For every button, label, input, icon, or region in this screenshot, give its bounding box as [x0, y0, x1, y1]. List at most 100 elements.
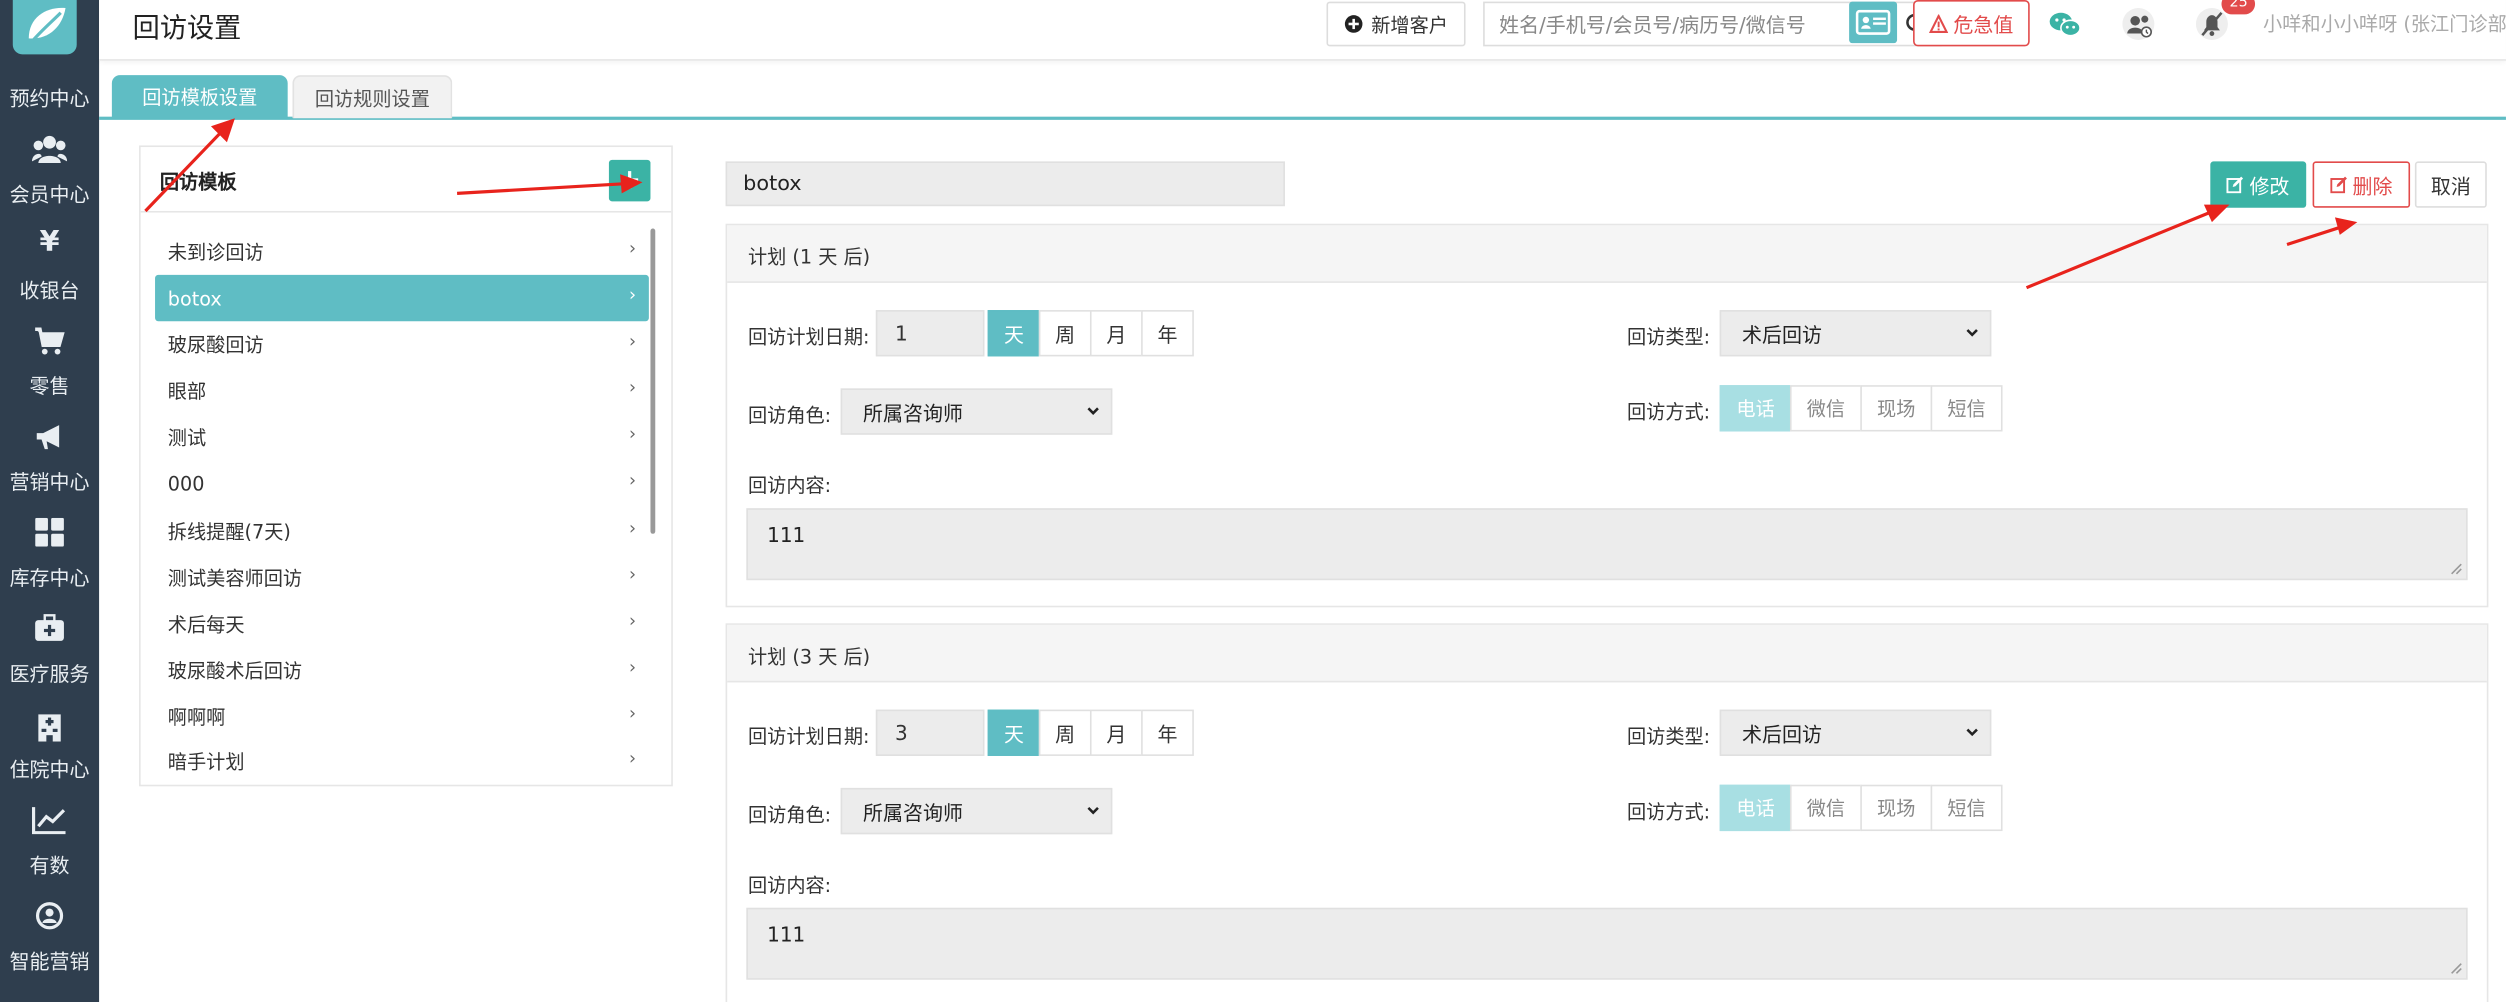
method-phone-button[interactable]: 电话	[1719, 385, 1792, 432]
template-item-label: 玻尿酸回访	[167, 334, 264, 357]
method-sms-button[interactable]: 短信	[1930, 784, 2003, 832]
content-textarea[interactable]: 111	[746, 907, 2468, 980]
method-wechat-button[interactable]: 微信	[1789, 784, 1862, 832]
chevron-right-icon: ›	[629, 469, 637, 491]
chevron-right-icon: ›	[629, 656, 637, 678]
grid-icon	[0, 517, 99, 550]
type-select[interactable]: 术后回访	[1719, 310, 1992, 357]
unit-week-button[interactable]: 周	[1038, 709, 1092, 756]
sidebar-item-label: 医疗服务	[9, 661, 90, 686]
content-label: 回访内容:	[747, 874, 832, 897]
sidebar-item-inpatient[interactable]: 住院中心	[0, 694, 99, 790]
plan-title: 计划 (1 天 后)	[747, 246, 871, 269]
template-item-label: 玻尿酸术后回访	[167, 660, 303, 683]
delete-label: 删除	[2352, 174, 2393, 199]
plan-unit-group: 天 周 月 年	[987, 709, 1194, 756]
type-select[interactable]: 术后回访	[1719, 709, 1992, 756]
sidebar-item-label: 住院中心	[9, 757, 90, 782]
sidebar-item-label: 预约中心	[9, 86, 90, 111]
sidebar-item-marketing[interactable]: 营销中心	[0, 406, 99, 502]
template-item-label: 啊啊啊	[167, 706, 226, 729]
template-item[interactable]: 测试 ›	[155, 414, 649, 460]
template-item-label: 测试美容师回访	[167, 567, 303, 590]
template-list-scrollbar[interactable]	[650, 228, 656, 534]
template-item[interactable]: 术后每天 ›	[155, 601, 649, 647]
sidebar-item-cashier[interactable]: ¥ 收银台	[0, 214, 99, 310]
template-item[interactable]: 玻尿酸回访 ›	[155, 321, 649, 367]
method-sms-button[interactable]: 短信	[1930, 385, 2003, 432]
yen-icon: ¥	[39, 225, 60, 259]
template-item[interactable]: 啊啊啊 ›	[155, 694, 649, 740]
edit-button[interactable]: 修改	[2210, 161, 2307, 208]
template-item[interactable]: 未到诊回访 ›	[155, 229, 649, 275]
sidebar-item-smart-marketing[interactable]: 智能营销	[0, 885, 99, 981]
delete-button[interactable]: 删除	[2312, 161, 2411, 208]
chevron-right-icon: ›	[629, 423, 637, 445]
sidebar-item-label: 会员中心	[9, 182, 90, 207]
unit-week-button[interactable]: 周	[1038, 310, 1092, 357]
members-icon	[0, 134, 99, 166]
plan-unit-group: 天 周 月 年	[987, 310, 1194, 357]
unit-day-button[interactable]: 天	[987, 310, 1041, 357]
sidebar-item-inventory[interactable]: 库存中心	[0, 502, 99, 598]
template-panel: 回访模板 + 未到诊回访 › botox › 玻尿酸回访 › 眼部 › 测试 › 000 ›…	[139, 145, 673, 787]
sidebar-item-members[interactable]: 会员中心	[0, 118, 99, 214]
sidebar-item-appointment[interactable]: 预约中心	[0, 54, 99, 110]
template-item[interactable]: 眼部 ›	[155, 368, 649, 414]
method-onsite-button[interactable]: 现场	[1860, 385, 1933, 432]
content-textarea[interactable]: 111	[746, 508, 2468, 581]
tab-rule-settings[interactable]: 回访规则设置	[292, 75, 453, 119]
unit-month-button[interactable]: 月	[1089, 709, 1143, 756]
sidebar-item-medical[interactable]: 医疗服务	[0, 598, 99, 694]
member-card-button[interactable]	[1849, 1, 1898, 44]
template-item[interactable]: 暗手计划 ›	[155, 738, 649, 772]
unit-year-button[interactable]: 年	[1141, 310, 1194, 357]
edit-icon	[2330, 176, 2347, 194]
unit-year-button[interactable]: 年	[1141, 709, 1194, 756]
sidebar-item-analytics[interactable]: 有数	[0, 790, 99, 886]
template-item-selected[interactable]: botox ›	[155, 274, 649, 322]
plan-header: 计划 (3 天 后)	[727, 624, 2487, 683]
template-item[interactable]: 拆线提醒(7天) ›	[155, 508, 649, 554]
critical-value-label: 危急值	[1953, 12, 2014, 37]
cancel-button[interactable]: 取消	[2414, 161, 2487, 208]
method-group: 电话 微信 现场 短信	[1719, 784, 2003, 832]
role-select[interactable]: 所属咨询师	[840, 388, 1113, 435]
new-customer-button[interactable]: 新增客户	[1326, 1, 1466, 47]
search-input[interactable]	[1484, 3, 1853, 45]
role-select[interactable]: 所属咨询师	[840, 787, 1113, 835]
sidebar-item-label: 有数	[29, 853, 70, 878]
method-onsite-button[interactable]: 现场	[1860, 784, 1933, 832]
plus-icon: +	[618, 164, 642, 197]
template-item[interactable]: 测试美容师回访 ›	[155, 555, 649, 601]
customer-service-icon[interactable]	[2119, 6, 2157, 41]
template-name-input[interactable]: botox	[725, 161, 1285, 207]
plan-days-input[interactable]: 3	[875, 709, 985, 756]
user-menu[interactable]: 小咩和小小咩呀 (张江门诊部) ⌄	[2263, 10, 2506, 37]
method-phone-button[interactable]: 电话	[1719, 784, 1792, 832]
unit-month-button[interactable]: 月	[1089, 310, 1143, 357]
wechat-icon[interactable]	[2046, 6, 2084, 41]
template-item-label: 测试	[167, 426, 207, 450]
tab-template-settings[interactable]: 回访模板设置	[111, 75, 288, 119]
template-item-label: 眼部	[167, 380, 207, 403]
add-template-button[interactable]: +	[608, 159, 651, 202]
template-item[interactable]: 玻尿酸术后回访 ›	[155, 647, 649, 693]
plan-title: 计划 (3 天 后)	[747, 645, 871, 669]
new-customer-label: 新增客户	[1371, 13, 1448, 36]
content-value: 111	[767, 922, 806, 947]
template-item-label: 拆线提醒(7天)	[167, 521, 291, 544]
unit-day-button[interactable]: 天	[987, 709, 1041, 756]
sidebar-item-retail[interactable]: 零售	[0, 310, 99, 406]
template-item[interactable]: 000 ›	[155, 460, 649, 506]
critical-value-button[interactable]: 危急值	[1913, 0, 2030, 47]
template-item-label: 术后每天	[167, 613, 245, 637]
resize-grip-icon[interactable]	[2450, 563, 2463, 576]
user-label: 小咩和小小咩呀 (张江门诊部)	[2263, 12, 2506, 36]
edit-label: 修改	[2249, 174, 2290, 199]
plan-days-input[interactable]: 1	[875, 310, 985, 357]
template-item-label: 000	[167, 472, 205, 495]
resize-grip-icon[interactable]	[2450, 962, 2463, 975]
method-wechat-button[interactable]: 微信	[1789, 385, 1862, 432]
sidebar-item-label: 零售	[29, 373, 70, 398]
